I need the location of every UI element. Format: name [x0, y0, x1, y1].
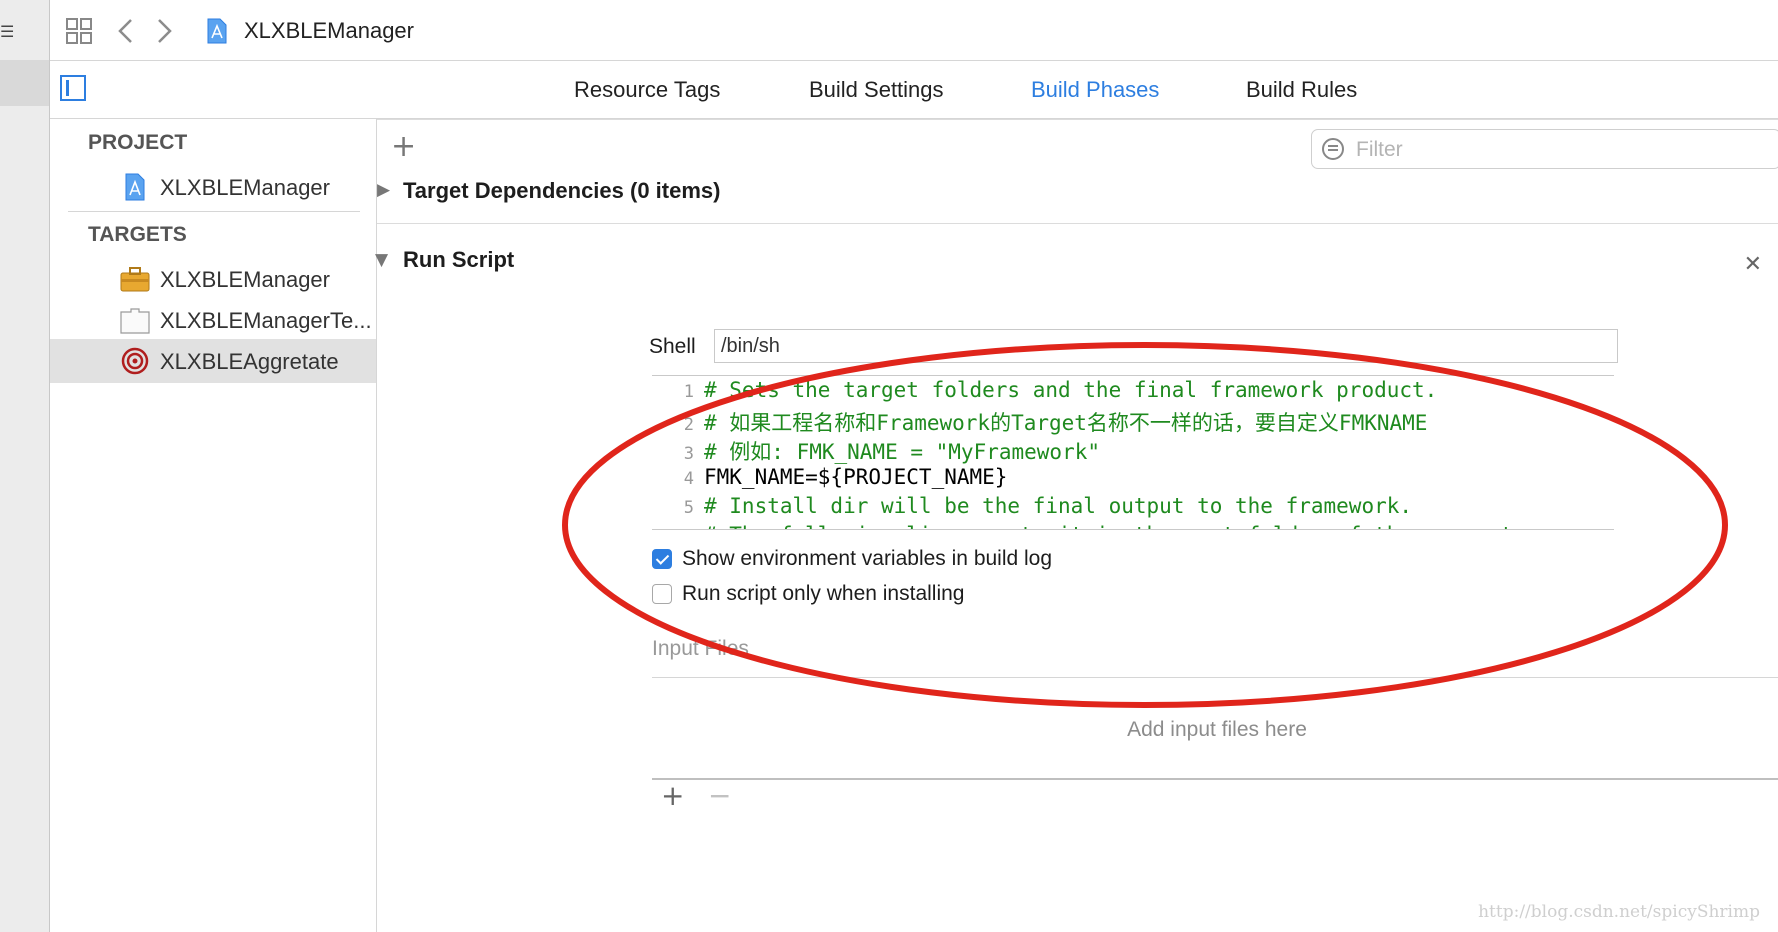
shell-label: Shell: [649, 335, 696, 358]
forward-arrow-icon[interactable]: [154, 18, 174, 44]
sidebar-item-target-app[interactable]: XLXBLEManager: [50, 257, 376, 301]
aggregate-target-icon: [121, 347, 149, 375]
targets-section-header: TARGETS: [88, 223, 187, 246]
code-text: # The following line create it in the ro…: [704, 523, 1513, 529]
code-line: 3 # 例如: FMK_NAME = "MyFramework": [652, 436, 1100, 464]
code-text: # Sets the target folders and the final …: [704, 378, 1438, 402]
line-number: 5: [683, 498, 694, 518]
sidebar-item-label: XLXBLEManagerTe...: [160, 308, 372, 333]
phase-run-script[interactable]: Run Script: [403, 247, 514, 273]
watermark: http://blog.csdn.net/spicyShrimp: [1478, 902, 1760, 922]
code-text: # Install dir will be the final output t…: [704, 494, 1413, 518]
menu-icon[interactable]: ☰: [0, 22, 14, 42]
add-input-file-button[interactable]: +: [661, 779, 684, 812]
code-line: 2 # 如果工程名称和Framework的Target名称不一样的话，要自定义FM…: [652, 407, 1428, 435]
phase-divider: [377, 223, 1778, 224]
left-strip-selection: [0, 60, 49, 106]
shell-input[interactable]: [714, 329, 1618, 363]
sidebar-item-project[interactable]: XLXBLEManager: [50, 165, 376, 209]
input-files-header: Input Files: [652, 637, 749, 660]
panel-toggle-icon[interactable]: [60, 75, 86, 101]
filter-input[interactable]: [1354, 136, 1758, 164]
test-bundle-icon: [120, 308, 150, 334]
related-items-icon[interactable]: [66, 18, 92, 44]
build-phases-pane: + ▶ Target Dependencies (0 items) ▼ Run …: [375, 119, 1778, 932]
line-number: 6: [652, 527, 694, 529]
sidebar-item-label: XLXBLEAggretate: [160, 349, 339, 374]
jump-bar-project-name[interactable]: XLXBLEManager: [244, 18, 414, 44]
line-number: 4: [683, 469, 694, 489]
toolbox-icon: [120, 267, 150, 292]
input-files-list[interactable]: Add input files here: [652, 677, 1778, 780]
toolbar-divider: [377, 119, 1778, 120]
phase-target-dependencies[interactable]: Target Dependencies (0 items): [403, 178, 720, 204]
filter-field[interactable]: [1311, 129, 1778, 169]
code-line: 6 # The following line create it in the r…: [652, 523, 1513, 529]
line-number: 1: [683, 382, 694, 402]
line-number: 2: [683, 415, 694, 435]
input-files-placeholder: Add input files here: [1127, 718, 1307, 741]
disclosure-collapsed-icon[interactable]: ▶: [377, 180, 390, 200]
filter-icon: [1322, 138, 1344, 160]
sidebar-item-label: XLXBLEManager: [160, 175, 330, 200]
jump-bar: XLXBLEManager: [50, 0, 1778, 61]
line-number: 3: [683, 444, 694, 464]
show-env-label: Show environment variables in build log: [682, 547, 1053, 570]
code-line: 5 # Install dir will be the final output …: [652, 494, 1412, 522]
run-only-installing-checkbox[interactable]: [652, 584, 672, 604]
code-text: FMK_NAME=${PROJECT_NAME}: [704, 465, 1008, 489]
script-editor[interactable]: 1 # Sets the target folders and the final…: [652, 375, 1614, 530]
code-line: 1 # Sets the target folders and the final…: [652, 378, 1438, 406]
xcode-project-icon: [125, 173, 145, 201]
code-line: 4 FMK_NAME=${PROJECT_NAME}: [652, 465, 1008, 493]
code-text: # 例如: FMK_NAME = "MyFramework": [704, 440, 1101, 464]
remove-input-file-button[interactable]: −: [708, 779, 731, 812]
tab-build-rules[interactable]: Build Rules: [1246, 77, 1357, 103]
disclosure-expanded-icon[interactable]: ▼: [375, 250, 388, 270]
run-only-installing-label: Run script only when installing: [682, 582, 965, 605]
project-target-sidebar: PROJECT XLXBLEManager TARGETS XLXBLEMana…: [50, 119, 377, 932]
sidebar-divider: [68, 211, 360, 212]
add-phase-button[interactable]: +: [391, 129, 416, 164]
show-env-checkbox[interactable]: [652, 549, 672, 569]
sidebar-item-target-aggregate[interactable]: XLXBLEAggretate: [50, 339, 376, 383]
tab-build-settings[interactable]: Build Settings: [809, 77, 944, 103]
tab-resource-tags[interactable]: Resource Tags: [574, 77, 720, 103]
delete-phase-icon[interactable]: ✕: [1744, 252, 1762, 277]
back-arrow-icon[interactable]: [116, 18, 136, 44]
code-text: # 如果工程名称和Framework的Target名称不一样的话，要自定义FMK…: [704, 411, 1428, 435]
sidebar-item-target-tests[interactable]: XLXBLEManagerTe...: [50, 298, 376, 342]
sidebar-item-label: XLXBLEManager: [160, 267, 330, 292]
xcode-project-icon: [207, 18, 227, 44]
left-strip: ☰: [0, 0, 50, 932]
editor-tab-bar: Resource Tags Build Settings Build Phase…: [50, 61, 1778, 119]
tab-build-phases[interactable]: Build Phases: [1031, 77, 1159, 103]
project-section-header: PROJECT: [88, 131, 188, 154]
